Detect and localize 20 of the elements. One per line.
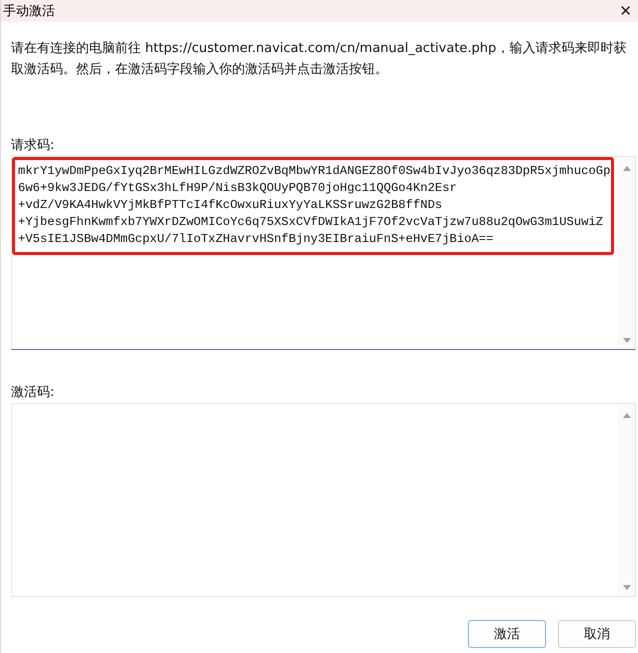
dialog-button[interactable]: 激活 xyxy=(468,620,546,648)
request-code-line: mkrY1ywDmPpeGxIyq2BrMEwHILGzdWZROZvBqMbwYR1dANGEZ8Of0Sw4bIvJyo36qz83DpR5xjmhucoGp xyxy=(18,163,611,180)
field-label: 请求码: xyxy=(11,137,56,153)
scrollbar[interactable] xyxy=(618,157,635,349)
request-code-line: +V5sIE1JSBw4DMmGcpxU/7lIoTxZHavrvHSnfBjny3EIBraiuFnS+eHvE7jBioA== xyxy=(18,231,494,248)
window-title: 手动激活 xyxy=(3,3,55,20)
dialog-button[interactable]: 取消 xyxy=(558,620,636,648)
scroll-up-icon[interactable] xyxy=(622,413,630,418)
scroll-down-icon[interactable] xyxy=(622,338,630,343)
field-label: 激活码: xyxy=(11,384,56,400)
request-code-line: 6w6+9kw3JEDG/fYtGSx3hLfH9P/NisB3kQOUyPQB70joHgc11QQGo4Kn2Esr xyxy=(18,180,458,197)
request-code-field[interactable] xyxy=(11,156,636,350)
close-button[interactable]: ✕ xyxy=(619,2,632,20)
scrollbar[interactable] xyxy=(618,404,635,596)
activation-code-field[interactable] xyxy=(11,403,636,597)
request-code-line: +vdZ/V9KA4HwkVYjMkBfPTTcI4fKcOwxuRiuxYyYaLKSSruwzG2B8ffNDs xyxy=(18,197,444,214)
request-code-line: +YjbesgFhnKwmfxb7YWXrDZwOMICoYc6q75XSxCVfDWIkA1jF7Of2vcVaTjzw7u88u2qOwG3m1USuwiZ xyxy=(18,214,604,231)
instructions-text: 请在有连接的电脑前往 https://customer.navicat.com/cn/manual_activate.php，输入请求码来即时获取激活码。然后，在激活码字段输入你的激活码并点击激活按钮。 xyxy=(11,40,628,79)
scroll-up-icon[interactable] xyxy=(622,166,630,171)
scroll-down-icon[interactable] xyxy=(622,585,630,590)
